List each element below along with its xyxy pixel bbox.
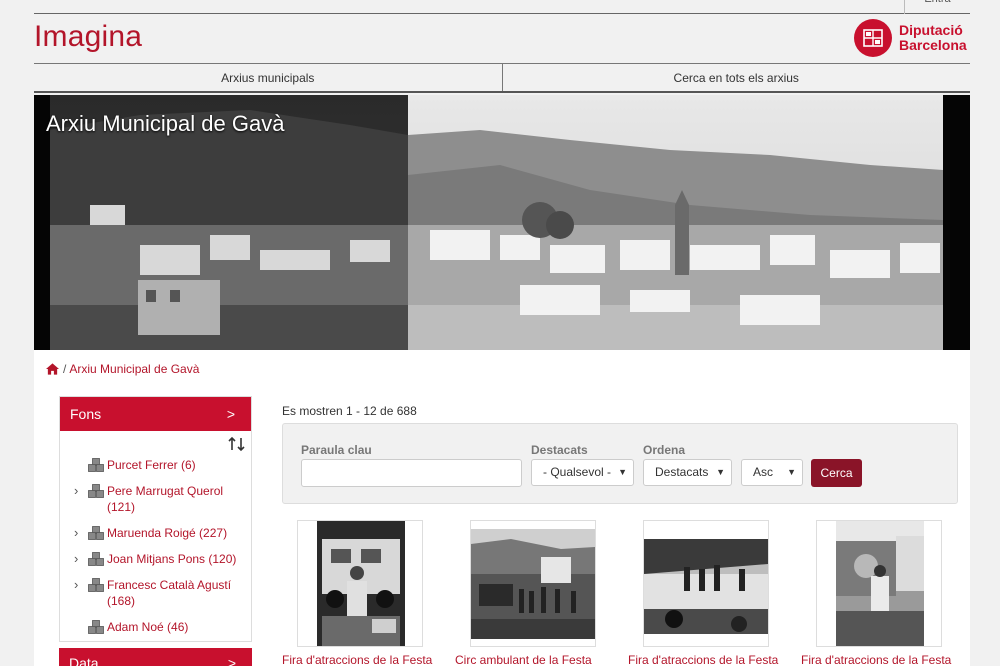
card-title[interactable]: Fira d'atraccions de la Festa (628, 653, 778, 666)
result-card[interactable] (643, 520, 769, 647)
expand-chevron-icon[interactable]: › (74, 483, 78, 499)
fons-item[interactable]: › Francesc Català Agustí (168) (60, 577, 251, 609)
order-label: Ordena (643, 443, 686, 457)
nav-arxius-municipals[interactable]: Arxius municipals (34, 64, 502, 91)
cubes-icon (88, 620, 104, 634)
top-utility-bar: Entra (34, 0, 970, 14)
cubes-icon (88, 484, 104, 498)
card-title[interactable]: Fira d'atraccions de la Festa (801, 653, 951, 666)
direction-select-value: Asc (753, 465, 774, 479)
main-content: / Arxiu Municipal de Gavà Fons > Purcet … (34, 350, 970, 666)
direction-select[interactable]: Asc ▼ (741, 459, 803, 486)
featured-select[interactable]: - Qualsevol - ▼ (531, 459, 634, 486)
nav-cerca-tots-arxius[interactable]: Cerca en tots els arxius (501, 64, 971, 91)
cubes-icon (88, 526, 104, 540)
login-link[interactable]: Entra (904, 0, 970, 14)
result-card[interactable] (297, 520, 423, 647)
fons-item-label: Adam Noé (46) (107, 620, 189, 634)
main-nav: Arxius municipals Cerca en tots els arxi… (34, 63, 970, 93)
fons-item-label: Maruenda Roigé (227) (107, 526, 228, 540)
card-title[interactable]: Fira d'atraccions de la Festa (282, 653, 432, 666)
result-card[interactable] (816, 520, 942, 647)
cubes-icon (88, 552, 104, 566)
result-thumbnail (471, 529, 595, 639)
data-chevron-icon: > (227, 655, 236, 666)
fons-title: Fons (70, 406, 102, 422)
keyword-label: Paraula clau (301, 443, 372, 457)
fons-item[interactable]: › Maruenda Roigé (227) (60, 525, 251, 541)
results-summary: Es mostren 1 - 12 de 688 (282, 404, 417, 418)
breadcrumb: / Arxiu Municipal de Gavà (46, 362, 199, 376)
fons-header[interactable]: Fons > (60, 397, 251, 431)
site-brand[interactable]: Imagina (34, 20, 142, 54)
cubes-icon (88, 578, 104, 592)
fons-item-label: Francesc Català Agustí (168) (107, 578, 232, 608)
search-filter-panel: Paraula clau Destacats - Qualsevol - ▼ O… (282, 423, 958, 504)
chevron-down-icon: ▼ (716, 467, 725, 477)
hero-title: Arxiu Municipal de Gavà (46, 111, 285, 136)
fons-item[interactable]: › Joan Mitjans Pons (120) (60, 551, 251, 567)
order-select[interactable]: Destacats ▼ (643, 459, 732, 486)
featured-select-value: - Qualsevol - (543, 465, 612, 479)
keyword-input[interactable] (301, 459, 522, 487)
fons-item[interactable]: Adam Noé (46) (60, 619, 251, 635)
fons-item-label: Joan Mitjans Pons (120) (107, 552, 237, 566)
expand-chevron-icon[interactable]: › (74, 551, 78, 567)
search-button[interactable]: Cerca (811, 459, 862, 487)
data-header[interactable]: Data > (59, 648, 252, 666)
diputacio-logo[interactable]: Diputació Barcelona (854, 18, 967, 58)
fons-list: Purcet Ferrer (6) › Pere Marrugat Querol (… (60, 457, 251, 645)
diputacio-seal-icon (854, 19, 892, 57)
chevron-down-icon: ▼ (787, 467, 796, 477)
logo-line-2: Barcelona (899, 37, 967, 53)
result-thumbnail (317, 521, 405, 646)
hero-banner: Arxiu Municipal de Gavà (34, 95, 970, 350)
fons-sidebar: Fons > Purcet Ferrer (6) › Pere Marrugat Q… (59, 396, 252, 642)
home-icon[interactable] (46, 363, 59, 375)
result-card[interactable] (470, 520, 596, 647)
expand-chevron-icon[interactable]: › (74, 525, 78, 541)
result-thumbnail (836, 521, 924, 646)
fons-item[interactable]: Purcet Ferrer (6) (60, 457, 251, 473)
cubes-icon (88, 458, 104, 472)
fons-item[interactable]: › Pere Marrugat Querol (121) (60, 483, 251, 515)
card-title[interactable]: Circ ambulant de la Festa (455, 653, 592, 666)
result-thumbnail (644, 539, 768, 634)
logo-line-1: Diputació (899, 22, 963, 38)
order-select-value: Destacats (655, 465, 709, 479)
breadcrumb-current[interactable]: Arxiu Municipal de Gavà (69, 362, 199, 376)
featured-label: Destacats (531, 443, 588, 457)
chevron-down-icon: ▼ (618, 467, 627, 477)
fons-item-label: Purcet Ferrer (6) (107, 458, 196, 472)
fons-item-label: Pere Marrugat Querol (121) (107, 484, 224, 514)
breadcrumb-separator: / (63, 362, 67, 376)
data-title: Data (69, 655, 99, 666)
expand-chevron-icon[interactable]: › (74, 577, 78, 593)
fons-chevron-icon: > (226, 406, 235, 422)
sort-icon[interactable] (228, 436, 246, 452)
